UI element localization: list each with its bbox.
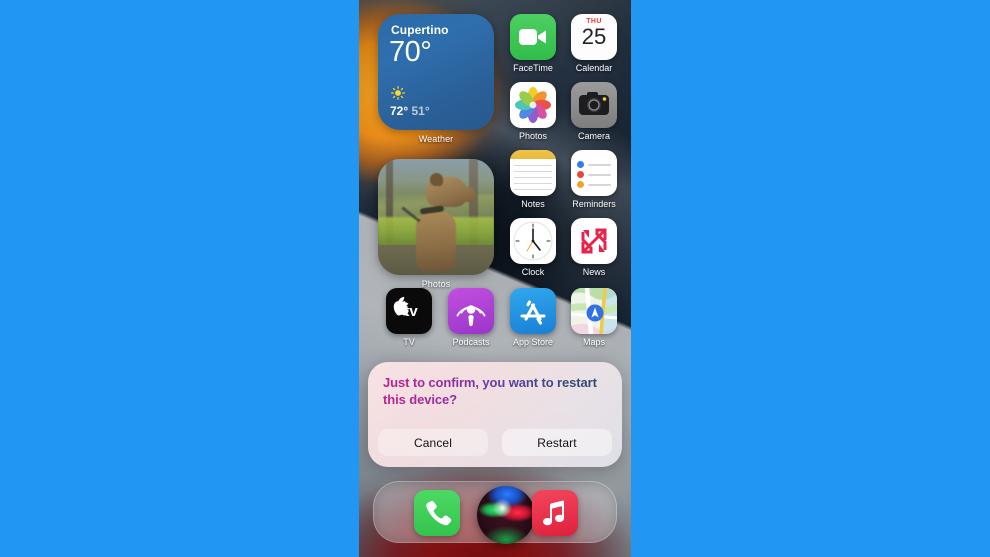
app-label-maps: Maps: [582, 337, 605, 347]
calendar-icon: THU 25: [571, 14, 617, 60]
clock-icon: [510, 218, 556, 264]
sun-icon: [391, 86, 405, 100]
app-label-podcasts: Podcasts: [452, 337, 490, 347]
photo-dog-body: [416, 211, 456, 271]
app-reminders[interactable]: Reminders: [571, 150, 617, 210]
camera-icon: [571, 82, 617, 128]
app-clock[interactable]: Clock: [510, 218, 556, 278]
weather-high-low: 72° 51°: [390, 104, 430, 118]
screenshot-canvas: Cupertino 70° 72° 51° Weather Photos Fac…: [0, 0, 990, 557]
cancel-button[interactable]: Cancel: [378, 429, 488, 456]
app-label-facetime: FaceTime: [513, 63, 553, 73]
app-label-camera: Camera: [577, 131, 610, 141]
app-appstore[interactable]: App Store: [510, 288, 556, 348]
weather-low: 51°: [411, 104, 430, 118]
phone-icon[interactable]: [414, 490, 460, 536]
app-news[interactable]: News: [571, 218, 617, 278]
app-label-news: News: [582, 267, 606, 277]
app-store-icon: [510, 288, 556, 334]
maps-icon: [571, 288, 617, 334]
weather-widget-label: Weather: [418, 134, 454, 144]
news-icon: [571, 218, 617, 264]
facetime-icon: [510, 14, 556, 60]
app-label-notes: Notes: [521, 199, 545, 209]
app-calendar[interactable]: THU 25 Calendar: [571, 14, 617, 74]
photo-dog-ear: [430, 173, 443, 186]
restart-button[interactable]: Restart: [502, 429, 612, 456]
app-tv[interactable]: tv TV: [386, 288, 432, 348]
podcasts-icon: [448, 288, 494, 334]
app-label-clock: Clock: [521, 267, 545, 277]
photos-widget[interactable]: [378, 159, 494, 275]
app-maps[interactable]: Maps: [571, 288, 617, 348]
photos-icon: [510, 82, 556, 128]
siri-orb-icon[interactable]: [477, 486, 535, 544]
app-photos[interactable]: Photos: [510, 82, 556, 142]
notes-header-bar: [510, 150, 556, 159]
weather-temperature: 70°: [389, 36, 432, 68]
app-label-tv: TV: [403, 337, 415, 347]
restart-confirm-dialog: Just to confirm, you want to restart thi…: [368, 362, 622, 467]
app-label-calendar: Calendar: [575, 63, 613, 73]
apple-tv-icon: tv: [386, 288, 432, 334]
app-label-appstore: App Store: [512, 337, 554, 347]
weather-widget[interactable]: Cupertino 70° 72° 51°: [378, 14, 494, 130]
dialog-title: Just to confirm, you want to restart thi…: [383, 374, 599, 408]
app-camera[interactable]: Camera: [571, 82, 617, 142]
weather-high: 72°: [390, 104, 409, 118]
app-label-photos: Photos: [518, 131, 548, 141]
calendar-day-number: 25: [581, 24, 607, 49]
svg-text:tv: tv: [404, 303, 418, 320]
photo-dog-snout: [456, 187, 476, 202]
app-notes[interactable]: Notes: [510, 150, 556, 210]
reminders-icon: [571, 150, 617, 196]
app-facetime[interactable]: FaceTime: [510, 14, 556, 74]
weather-city: Cupertino: [391, 23, 449, 37]
dock: [373, 481, 617, 544]
app-label-reminders: Reminders: [572, 199, 616, 209]
notes-icon: [510, 150, 556, 196]
iphone-screen: Cupertino 70° 72° 51° Weather Photos Fac…: [359, 0, 631, 557]
app-podcasts[interactable]: Podcasts: [448, 288, 494, 348]
home-screen-grid: Cupertino 70° 72° 51° Weather Photos Fac…: [359, 0, 631, 360]
music-icon[interactable]: [532, 490, 578, 536]
